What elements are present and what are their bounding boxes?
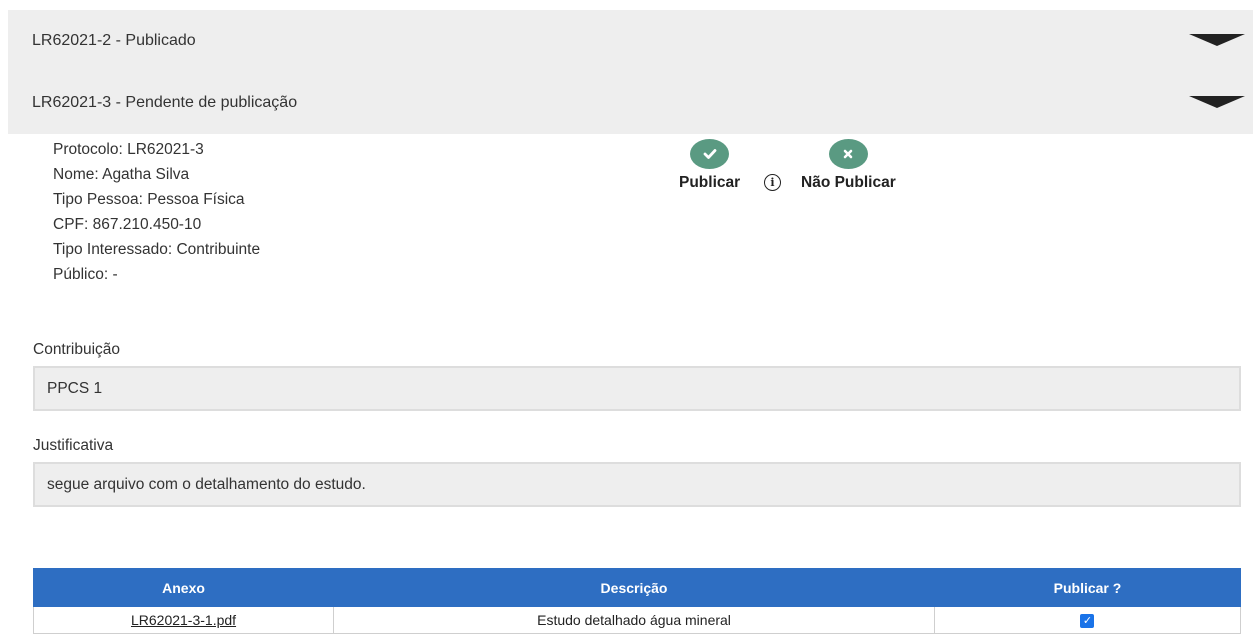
caret-down-icon[interactable]	[1189, 96, 1245, 108]
accordion-header-pending[interactable]: LR62021-3 - Pendente de publicação	[8, 72, 1253, 134]
do-not-publish-button[interactable]: Não Publicar	[801, 139, 896, 192]
table-header-row: Anexo Descrição Publicar ?	[32, 568, 1242, 607]
accordion-title: LR62021-3 - Pendente de publicação	[32, 94, 298, 111]
protocol-text: Protocolo: LR62021-3	[53, 141, 204, 158]
accordion-header-published[interactable]: LR62021-2 - Publicado	[8, 10, 1253, 72]
publish-checkbox[interactable]: ✓	[1080, 614, 1095, 629]
justification-field: segue arquivo com o detalhamento do estu…	[33, 462, 1241, 507]
person-type-text: Tipo Pessoa: Pessoa Física	[53, 191, 245, 208]
submission-details: Protocolo: LR62021-3 Nome: Agatha Silva …	[53, 137, 260, 287]
column-header-description: Descrição	[333, 568, 935, 607]
contribution-value: PPCS 1	[47, 379, 103, 397]
caret-down-icon[interactable]	[1189, 34, 1245, 46]
x-icon[interactable]	[828, 139, 868, 169]
publish-button[interactable]: Publicar	[679, 139, 740, 192]
justification-value: segue arquivo com o detalhamento do estu…	[47, 475, 366, 493]
name-text: Nome: Agatha Silva	[53, 166, 190, 183]
check-icon[interactable]	[690, 139, 730, 169]
contribution-label: Contribuição	[33, 341, 121, 358]
accordion-title: LR62021-2 - Publicado	[32, 32, 196, 49]
column-header-attachment: Anexo	[32, 568, 335, 607]
do-not-publish-label[interactable]: Não Publicar	[801, 174, 896, 192]
justification-label: Justificativa	[33, 437, 114, 454]
description-cell: Estudo detalhado água mineral	[333, 606, 935, 634]
attachment-cell: LR62021-3-1.pdf	[32, 606, 335, 634]
attachment-link[interactable]: LR62021-3-1.pdf	[131, 612, 236, 628]
public-text: Público: -	[53, 266, 118, 283]
info-icon[interactable]: i	[764, 174, 781, 191]
interested-type-text: Tipo Interessado: Contribuinte	[53, 241, 261, 258]
column-header-publish: Publicar ?	[933, 568, 1242, 607]
contribution-field: PPCS 1	[33, 366, 1241, 411]
table-row: LR62021-3-1.pdf Estudo detalhado água mi…	[32, 606, 1242, 634]
publish-cell: ✓	[933, 606, 1242, 634]
publish-label[interactable]: Publicar	[679, 174, 740, 192]
attachments-table: Anexo Descrição Publicar ? LR62021-3-1.p…	[32, 568, 1242, 634]
cpf-text: CPF: 867.210.450-10	[53, 216, 202, 233]
